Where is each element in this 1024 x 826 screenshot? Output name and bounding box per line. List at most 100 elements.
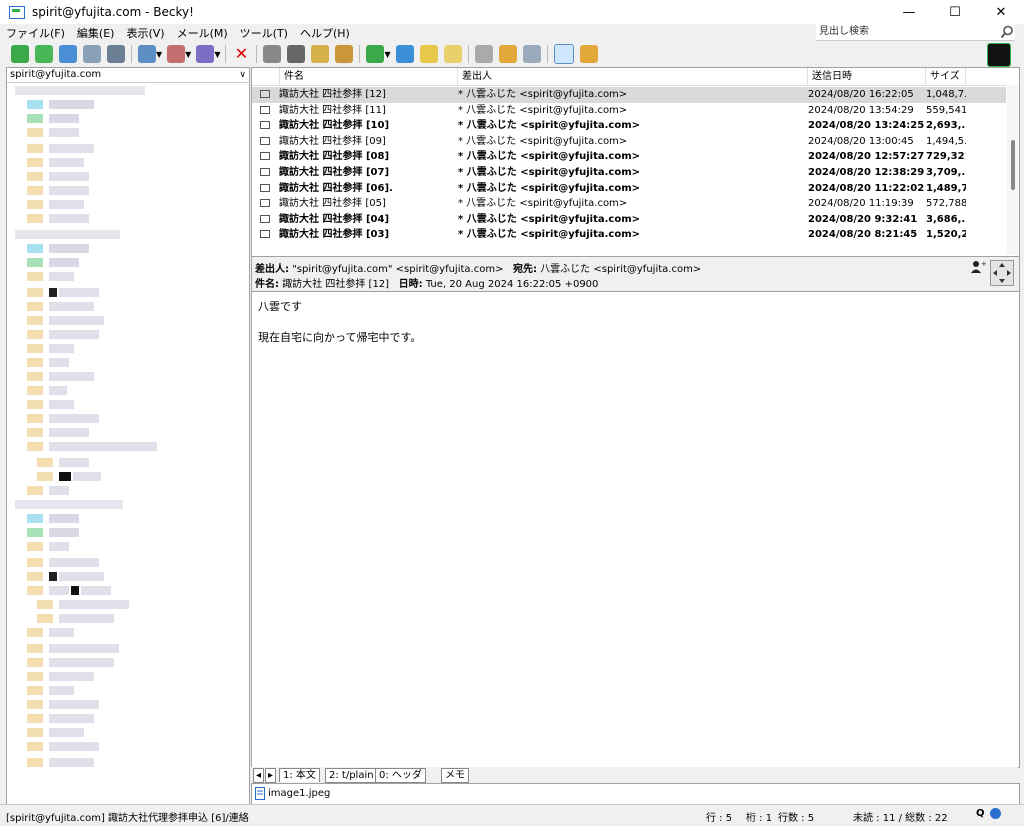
clipboard-icon[interactable] bbox=[419, 45, 438, 63]
delete-icon[interactable]: ✕ bbox=[232, 45, 250, 63]
column-size[interactable]: サイズ bbox=[926, 68, 966, 85]
table-row[interactable]: 諏訪大社 四社参拝 [10] * 八雲ふじた <spirit@yfujita.co… bbox=[252, 118, 1006, 134]
row-subject: 諏訪大社 四社参拝 [12] bbox=[279, 89, 386, 100]
row-subject: 諏訪大社 四社参拝 [08] bbox=[279, 151, 390, 163]
forward-icon[interactable] bbox=[196, 45, 215, 63]
tab-body[interactable]: 1: 本文 bbox=[279, 768, 320, 782]
mail-status-icon bbox=[260, 136, 270, 145]
table-row[interactable]: 諏訪大社 四社参拝 [12] * 八雲ふじた <spirit@yfujita.co… bbox=[252, 87, 1006, 103]
address-book-icon[interactable] bbox=[335, 45, 354, 63]
subject-value: 諏訪大社 四社参拝 [12] bbox=[282, 279, 390, 290]
becky-logo-icon bbox=[987, 43, 1011, 67]
sort-icon[interactable] bbox=[395, 45, 414, 63]
mail-status-icon bbox=[260, 168, 270, 176]
account-selector[interactable]: spirit@yfujita.com ∨ bbox=[7, 68, 250, 83]
toolbar-separator bbox=[546, 45, 548, 63]
minimize-button[interactable]: — bbox=[886, 0, 932, 24]
thread-icon[interactable] bbox=[263, 45, 282, 63]
table-row[interactable]: 諏訪大社 四社参拝 [04] * 八雲ふじた <spirit@yfujita.co… bbox=[252, 212, 1006, 228]
pencil-icon[interactable] bbox=[311, 45, 330, 63]
computer-icon[interactable] bbox=[107, 45, 125, 63]
toolbar: ▼ ▼ ▼ ✕ ▼ bbox=[0, 42, 1024, 67]
table-row[interactable]: 諏訪大社 四社参拝 [06]. * 八雲ふじた <spirit@yfujita.c… bbox=[252, 181, 1006, 197]
svg-text:+: + bbox=[981, 260, 986, 268]
compose-icon[interactable] bbox=[138, 45, 156, 63]
menu-help[interactable]: ヘルプ(H) bbox=[294, 25, 356, 41]
subject-label: 件名: bbox=[255, 279, 279, 290]
navigation-arrows-icon[interactable] bbox=[990, 260, 1014, 286]
table-row[interactable]: 諏訪大社 四社参拝 [08] * 八雲ふじた <spirit@yfujita.co… bbox=[252, 149, 1006, 165]
new-mail-icon[interactable] bbox=[553, 44, 574, 64]
row-date: 2024/08/20 16:22:05 bbox=[808, 89, 914, 100]
receive-mail-icon[interactable] bbox=[11, 45, 29, 63]
menu-edit[interactable]: 編集(E) bbox=[71, 25, 121, 41]
row-date: 2024/08/20 12:57:27 bbox=[808, 151, 925, 163]
column-from[interactable]: 差出人 bbox=[458, 68, 808, 85]
window-layout-icon[interactable] bbox=[522, 45, 541, 63]
view-tabs: ◂ ▸ 1: 本文 2: t/plain 0: ヘッダ メモ bbox=[251, 767, 1018, 783]
menu-mail[interactable]: メール(M) bbox=[171, 25, 234, 41]
status-unread-total: 未読 : 11 / 総数 : 22 bbox=[853, 813, 948, 824]
tab-scroll-right-icon[interactable]: ▸ bbox=[265, 768, 277, 783]
mail-status-icon bbox=[260, 105, 270, 114]
notepad-icon[interactable] bbox=[443, 45, 462, 63]
header-search-input[interactable]: 見出し検索 bbox=[816, 24, 1015, 41]
date-value: Tue, 20 Aug 2024 16:22:05 +0900 bbox=[425, 279, 599, 290]
from-value[interactable]: "spirit@yfujita.com" <spirit@yfujita.com… bbox=[292, 264, 503, 275]
menu-view[interactable]: 表示(V) bbox=[120, 25, 170, 41]
tab-text-plain[interactable]: 2: t/plain bbox=[325, 768, 378, 783]
table-row[interactable]: 諏訪大社 四社参拝 [09] * 八雲ふじた <spirit@yfujita.co… bbox=[252, 134, 1006, 150]
table-row[interactable]: 諏訪大社 四社参拝 [07] * 八雲ふじた <spirit@yfujita.co… bbox=[252, 165, 1006, 181]
receive-all-icon[interactable] bbox=[35, 45, 53, 63]
folder-icon[interactable] bbox=[498, 45, 517, 63]
mail-status-icon bbox=[260, 230, 270, 239]
search-icon[interactable] bbox=[1000, 25, 1014, 39]
column-date[interactable]: 送信日時 bbox=[808, 68, 926, 85]
column-icons[interactable] bbox=[252, 68, 280, 85]
to-value[interactable]: 八雲ふじた <spirit@yfujita.com> bbox=[540, 264, 701, 275]
table-row[interactable]: 諏訪大社 四社参拝 [05] * 八雲ふじた <spirit@yfujita.co… bbox=[252, 196, 1006, 212]
row-from: * 八雲ふじた <spirit@yfujita.com> bbox=[458, 104, 628, 116]
message-body[interactable]: 八雲です 現在自宅に向かって帰宅中です。 bbox=[251, 291, 1020, 768]
add-contact-icon[interactable]: + bbox=[970, 260, 986, 274]
body-line-1: 八雲です bbox=[258, 300, 302, 313]
send-icon[interactable] bbox=[59, 45, 77, 63]
list-scrollbar[interactable] bbox=[1007, 85, 1019, 255]
tab-scroll-left-icon[interactable]: ◂ bbox=[253, 768, 265, 783]
to-label: 宛先: bbox=[513, 264, 537, 275]
table-row-partial[interactable] bbox=[252, 241, 1006, 256]
attachment-file[interactable]: image1.jpeg bbox=[268, 788, 330, 799]
row-size: 559,541 bbox=[926, 104, 966, 116]
forward-dropdown-icon[interactable]: ▼ bbox=[214, 50, 220, 59]
menu-file[interactable]: ファイル(F) bbox=[0, 25, 71, 41]
row-from: * 八雲ふじた <spirit@yfujita.com> bbox=[458, 135, 628, 147]
tab-header[interactable]: 0: ヘッダ bbox=[375, 768, 426, 783]
users-icon[interactable] bbox=[579, 45, 598, 63]
trash-icon[interactable] bbox=[474, 45, 493, 63]
table-row[interactable]: 諏訪大社 四社参拝 [11] * 八雲ふじた <spirit@yfujita.co… bbox=[252, 103, 1006, 119]
row-from: * 八雲ふじた <spirit@yfujita.com> bbox=[458, 89, 628, 100]
filter-icon[interactable] bbox=[366, 45, 385, 63]
file-icon bbox=[255, 787, 265, 800]
row-size: 3,709,... bbox=[926, 167, 966, 178]
maximize-button[interactable]: ☐ bbox=[932, 0, 978, 24]
row-size: 1,048,7... bbox=[926, 89, 966, 100]
filter-dropdown-icon[interactable]: ▼ bbox=[384, 50, 390, 59]
reply-dropdown-icon[interactable]: ▼ bbox=[185, 50, 191, 59]
close-button[interactable]: ✕ bbox=[978, 0, 1024, 24]
tree-icon[interactable] bbox=[287, 45, 306, 63]
reply-icon[interactable] bbox=[167, 45, 186, 63]
compose-dropdown-icon[interactable]: ▼ bbox=[156, 50, 162, 59]
query-icon[interactable]: Q bbox=[976, 808, 985, 819]
chevron-down-icon[interactable]: ∨ bbox=[239, 68, 246, 82]
row-date: 2024/08/20 11:19:39 bbox=[808, 198, 914, 210]
row-size: 1,494,5... bbox=[926, 135, 966, 147]
globe-icon[interactable] bbox=[990, 808, 1001, 819]
message-list-header: 件名 差出人 送信日時 サイズ bbox=[252, 68, 1019, 86]
scrollbar-thumb[interactable] bbox=[1011, 140, 1015, 190]
tab-memo[interactable]: メモ bbox=[441, 768, 469, 783]
send-receive-icon[interactable] bbox=[83, 45, 101, 63]
account-selector-value: spirit@yfujita.com bbox=[10, 69, 102, 80]
menu-tools[interactable]: ツール(T) bbox=[234, 25, 294, 41]
column-subject[interactable]: 件名 bbox=[280, 68, 458, 85]
